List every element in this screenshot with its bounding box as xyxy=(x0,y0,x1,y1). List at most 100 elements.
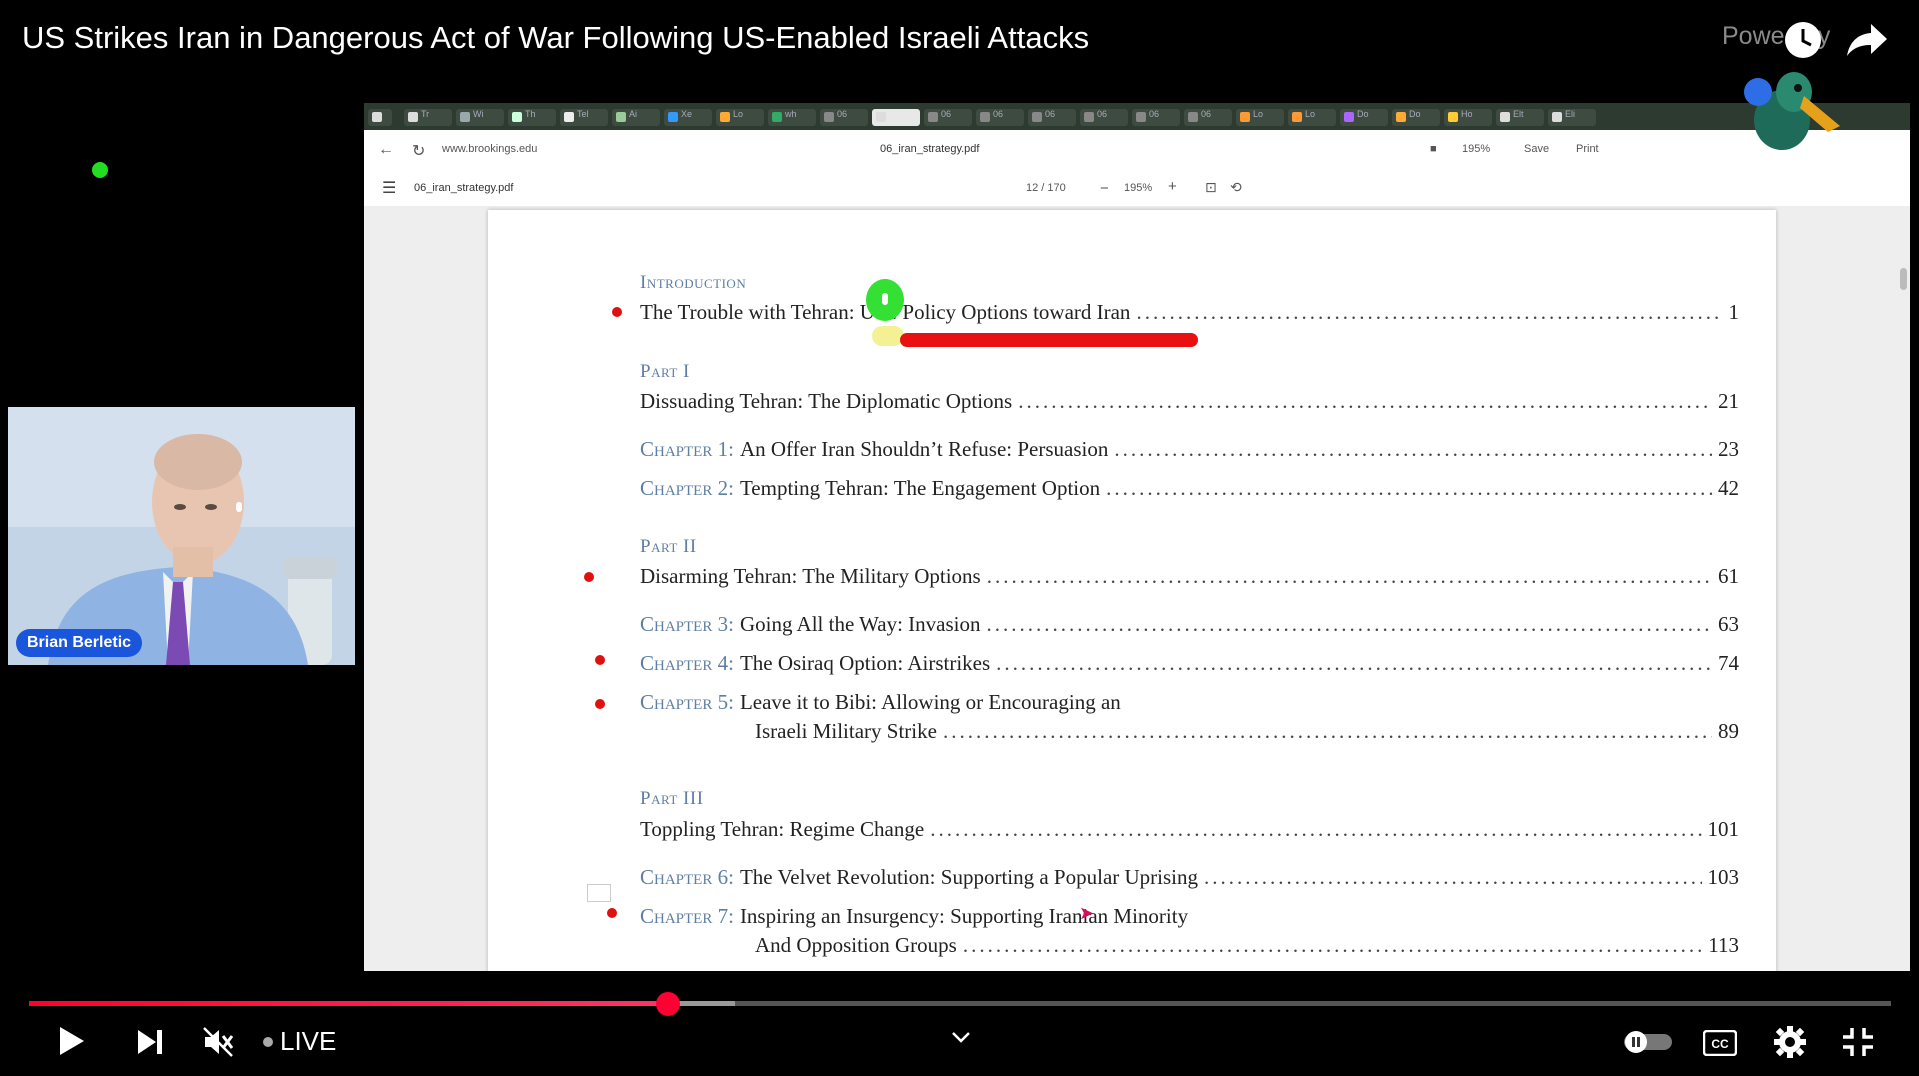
browser-tab[interactable]: 06 xyxy=(976,109,1024,126)
browser-tab[interactable]: Do xyxy=(1392,109,1440,126)
browser-tab[interactable]: Lo xyxy=(716,109,764,126)
tab-favicon-icon xyxy=(1448,112,1458,122)
toc-entry-introduction[interactable]: The Trouble with Tehran: U.S. Policy Opt… xyxy=(640,300,1739,325)
zoom-badge[interactable]: 195% xyxy=(1462,143,1490,155)
tab-favicon-icon xyxy=(564,112,574,122)
page-counter[interactable]: 12 / 170 xyxy=(1026,182,1066,194)
tab-label: Lo xyxy=(1305,109,1316,119)
browser-tab[interactable]: 06 xyxy=(1080,109,1128,126)
browser-tab[interactable]: Lo xyxy=(1236,109,1284,126)
toc-title: Inspiring an Insurgency: Supporting Iran… xyxy=(739,904,1189,928)
browser-tab[interactable]: 06 xyxy=(820,109,868,126)
progress-played xyxy=(29,1001,668,1006)
browser-tab[interactable]: Tr xyxy=(404,109,452,126)
browser-tab[interactable] xyxy=(872,109,920,126)
mouse-cursor-icon: ➤ xyxy=(1079,903,1095,923)
tab-favicon-icon xyxy=(824,112,834,122)
bookmark-icon[interactable]: ■ xyxy=(1430,143,1437,155)
site-url[interactable]: www.brookings.edu xyxy=(442,143,537,155)
annotation-dot xyxy=(595,699,605,709)
toc-entry-chapter-7[interactable]: Chapter 7: Inspiring an Insurgency: Supp… xyxy=(640,904,1739,958)
rotate-icon[interactable]: ⟲ xyxy=(1230,179,1242,196)
zoom-out-icon[interactable]: − xyxy=(1100,180,1109,197)
tab-label: 06 xyxy=(837,109,848,119)
cc-icon[interactable]: CC xyxy=(1702,1029,1738,1061)
toc-leader: ........................................… xyxy=(996,651,1712,675)
browser-tab-bar: Tr Wi Th Tel Ai Xe Lo wh 06 06 06 06 06 06 06 Lo Lo Do Do H… xyxy=(364,103,1910,130)
progress-scrubber[interactable] xyxy=(656,992,680,1016)
toc-leader: ........................................… xyxy=(930,817,1701,841)
browser-tab[interactable]: Th xyxy=(508,109,556,126)
fit-page-icon[interactable]: ⊡ xyxy=(1205,179,1217,196)
annotation-dot xyxy=(584,572,594,582)
clock-icon[interactable] xyxy=(1783,20,1823,60)
toc-page: 74 xyxy=(1718,651,1739,675)
toc-page: 89 xyxy=(1718,719,1739,743)
menu-icon[interactable]: ☰ xyxy=(382,178,396,198)
toc-entry-part1[interactable]: Dissuading Tehran: The Diplomatic Option… xyxy=(640,389,1739,414)
pdf-scrollbar[interactable] xyxy=(1900,268,1907,290)
save-button[interactable]: Save xyxy=(1524,143,1549,155)
browser-tab[interactable]: 06 xyxy=(924,109,972,126)
tab-label: 06 xyxy=(1149,109,1160,119)
chevron-down-icon[interactable] xyxy=(951,1030,971,1049)
play-icon[interactable] xyxy=(58,1025,86,1062)
toc-entry-chapter-3[interactable]: Chapter 3: Going All the Way: Invasion .… xyxy=(640,612,1739,637)
toc-title: An Offer Iran Shouldn’t Refuse: Persuasi… xyxy=(739,437,1109,461)
print-button[interactable]: Print xyxy=(1576,143,1599,155)
reload-icon[interactable]: ↻ xyxy=(412,141,425,161)
back-icon[interactable]: ← xyxy=(378,141,394,159)
share-icon[interactable] xyxy=(1845,22,1889,58)
toc-leader: ........................................… xyxy=(1204,865,1701,889)
gear-icon[interactable] xyxy=(1774,1026,1806,1063)
toc-entry-chapter-5[interactable]: Chapter 5: Leave it to Bibi: Allowing or… xyxy=(640,690,1739,744)
toc-entry-chapter-2[interactable]: Chapter 2: Tempting Tehran: The Engageme… xyxy=(640,476,1739,501)
toc-leader: ........................................… xyxy=(942,719,1712,743)
toc-entry-part2[interactable]: Disarming Tehran: The Military Options .… xyxy=(640,564,1739,589)
toc-entry-chapter-4[interactable]: Chapter 4: The Osiraq Option: Airstrikes… xyxy=(640,651,1739,676)
browser-tab[interactable]: 06 xyxy=(1184,109,1232,126)
browser-tab[interactable]: 06 xyxy=(1132,109,1180,126)
browser-tab[interactable]: Elt xyxy=(1496,109,1544,126)
browser-tab[interactable] xyxy=(368,109,392,126)
browser-tab[interactable]: Ho xyxy=(1444,109,1492,126)
video-title[interactable]: US Strikes Iran in Dangerous Act of War … xyxy=(22,20,1089,56)
toc-leader: ........................................… xyxy=(1136,300,1723,324)
chapter-label: Chapter 2: xyxy=(640,476,734,500)
browser-tab[interactable]: 06 xyxy=(1028,109,1076,126)
fullscreen-exit-icon[interactable] xyxy=(1842,1027,1874,1062)
next-icon[interactable] xyxy=(136,1028,164,1061)
zoom-in-icon[interactable]: + xyxy=(1168,178,1177,195)
browser-tab[interactable]: wh xyxy=(768,109,816,126)
tab-label: Eli xyxy=(1565,109,1576,119)
browser-tab[interactable]: Ai xyxy=(612,109,660,126)
tab-label: Ho xyxy=(1461,109,1473,119)
browser-tab[interactable]: Xe xyxy=(664,109,712,126)
toc-leader: ........................................… xyxy=(962,933,1702,957)
toc-entry-part3[interactable]: Toppling Tehran: Regime Change .........… xyxy=(640,817,1739,842)
chapter-label: Chapter 5: xyxy=(640,690,734,714)
toc-page: 61 xyxy=(1718,564,1739,588)
browser-tab[interactable]: Wi xyxy=(456,109,504,126)
toc-entry-chapter-1[interactable]: Chapter 1: An Offer Iran Shouldn’t Refus… xyxy=(640,437,1739,462)
tab-favicon-icon xyxy=(772,112,782,122)
toc-page: 113 xyxy=(1708,933,1739,957)
toc-title: The Velvet Revolution: Supporting a Popu… xyxy=(739,865,1199,889)
toc-page: 23 xyxy=(1718,437,1739,461)
mute-icon[interactable] xyxy=(202,1026,234,1063)
live-indicator-dot xyxy=(263,1037,273,1047)
browser-tab[interactable]: Lo xyxy=(1288,109,1336,126)
browser-tab[interactable]: Do xyxy=(1340,109,1388,126)
tab-favicon-icon xyxy=(1500,112,1510,122)
zoom-level[interactable]: 195% xyxy=(1124,182,1152,194)
annotation-dot xyxy=(607,908,617,918)
autoplay-toggle-icon[interactable] xyxy=(1622,1030,1674,1059)
live-label[interactable]: LIVE xyxy=(280,1026,336,1057)
annotation-dot xyxy=(595,655,605,665)
browser-tab[interactable]: Tel xyxy=(560,109,608,126)
toc-entry-chapter-6[interactable]: Chapter 6: The Velvet Revolution: Suppor… xyxy=(640,865,1739,890)
toc-title: Going All the Way: Invasion xyxy=(739,612,981,636)
browser-tab[interactable]: Eli xyxy=(1548,109,1596,126)
toc-page: 21 xyxy=(1718,389,1739,413)
toc-title: Toppling Tehran: Regime Change xyxy=(640,817,925,841)
